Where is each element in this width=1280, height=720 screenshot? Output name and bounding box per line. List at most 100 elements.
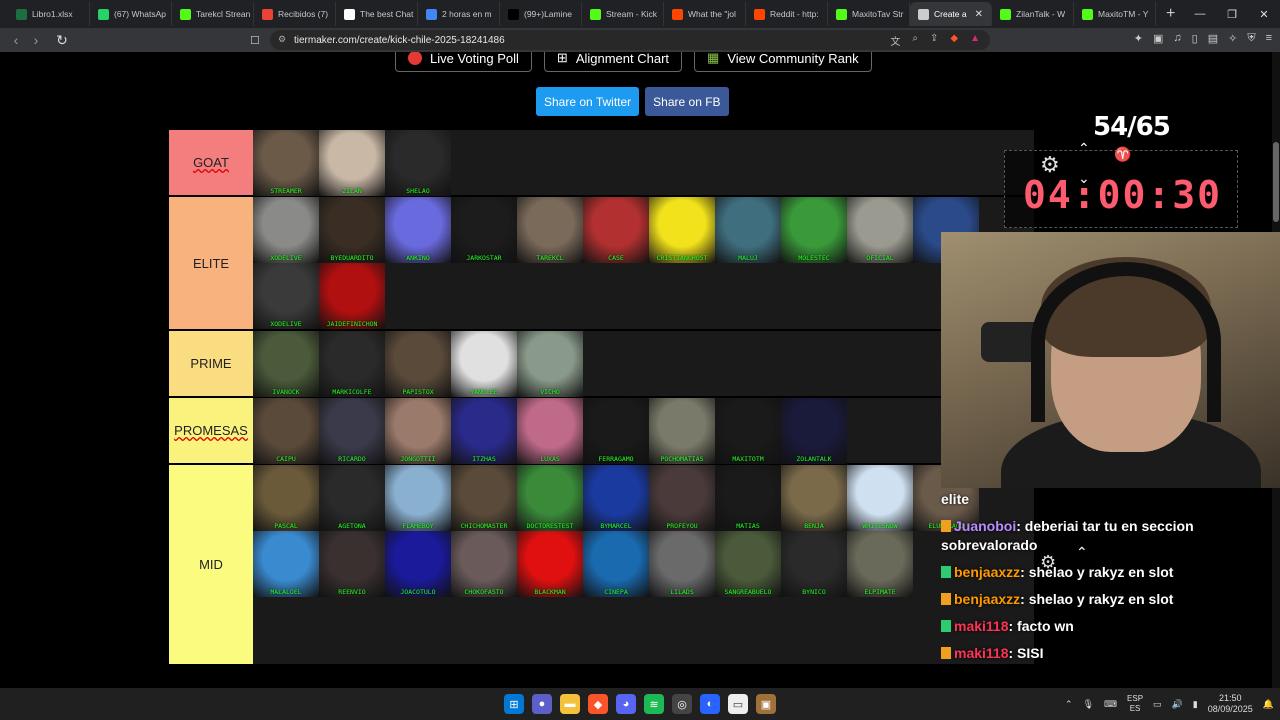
- streamer-card[interactable]: MALUJ: [715, 197, 781, 263]
- brave-rewards-icon[interactable]: ▲: [970, 33, 980, 48]
- streamer-card[interactable]: SANGREABUELO: [715, 531, 781, 597]
- site-info-icon[interactable]: ⚙: [278, 34, 286, 45]
- browser-tab[interactable]: Reddit - http:: [746, 2, 828, 26]
- language-indicator[interactable]: ESP ES: [1127, 694, 1143, 714]
- browser-tab[interactable]: ZilanTalk - W: [992, 2, 1074, 26]
- streamer-card[interactable]: ITZHAS: [451, 398, 517, 464]
- spotify-icon[interactable]: ≋: [644, 694, 664, 714]
- streamer-card[interactable]: MALALOEL: [253, 531, 319, 597]
- browser-tab[interactable]: (99+)Lamine: [500, 2, 582, 26]
- share-icon[interactable]: ⇪: [930, 33, 938, 48]
- chat-username[interactable]: benjaaxzz: [954, 564, 1020, 580]
- streamer-card[interactable]: BYNICO: [781, 531, 847, 597]
- streamer-card[interactable]: POCHOMATIAS: [649, 398, 715, 464]
- streamer-card[interactable]: ZILAN: [319, 130, 385, 196]
- browser-tab[interactable]: The best Chat: [336, 2, 418, 26]
- streamer-card[interactable]: MARKICOLFE: [319, 331, 385, 397]
- close-window-icon[interactable]: ✕: [1248, 8, 1280, 21]
- streamer-card[interactable]: WHITESNOW: [847, 465, 913, 531]
- browser-tab[interactable]: MaxitoTav Str: [828, 2, 910, 26]
- close-tab-icon[interactable]: ✕: [975, 9, 983, 20]
- streamer-card[interactable]: VICHO: [517, 331, 583, 397]
- streamer-card[interactable]: BYEDUARDITO: [319, 197, 385, 263]
- start-icon[interactable]: ⊞: [504, 694, 524, 714]
- streamer-card[interactable]: CHICHOMASTER: [451, 465, 517, 531]
- tier-label[interactable]: ELITE: [169, 197, 253, 329]
- music-icon[interactable]: ♫: [1173, 32, 1181, 45]
- streamer-card[interactable]: MOLESTEC: [781, 197, 847, 263]
- browser-tab[interactable]: What the "jol: [664, 2, 746, 26]
- streamer-card[interactable]: FERRAGAMO: [583, 398, 649, 464]
- extensions-icon[interactable]: ✦: [1134, 32, 1143, 45]
- streamer-card[interactable]: BENJA: [781, 465, 847, 531]
- chat-username[interactable]: benjaaxzz: [954, 591, 1020, 607]
- minimize-icon[interactable]: —: [1184, 8, 1216, 20]
- streamer-card[interactable]: YANGLEE: [451, 331, 517, 397]
- obs-icon[interactable]: ◎: [672, 694, 692, 714]
- notification-icon[interactable]: 🔔: [1263, 699, 1274, 710]
- streamer-card[interactable]: MATIAS: [715, 465, 781, 531]
- browser-tab[interactable]: Stream - Kick: [582, 2, 664, 26]
- streamer-card[interactable]: ANKINO: [385, 197, 451, 263]
- alignment-chart-button[interactable]: ⊞ Alignment Chart: [543, 52, 683, 72]
- sidebar-icon[interactable]: ▯: [1192, 32, 1198, 45]
- new-tab-icon[interactable]: +: [1166, 5, 1175, 23]
- restore-icon[interactable]: ❐: [1216, 8, 1248, 21]
- streamer-card[interactable]: TAREKCL: [517, 197, 583, 263]
- streamer-card[interactable]: CHOKOFASTO: [451, 531, 517, 597]
- streamer-card[interactable]: BLACKMAN: [517, 531, 583, 597]
- browser-tab[interactable]: Libro1.xlsx: [8, 2, 90, 26]
- brave-icon[interactable]: ◆: [588, 694, 608, 714]
- network-icon[interactable]: ▭: [1153, 699, 1162, 710]
- browser-tab[interactable]: Tarekcl Strean: [172, 2, 254, 26]
- streamer-card[interactable]: OFICIAL: [847, 197, 913, 263]
- folder-icon[interactable]: ▬: [560, 694, 580, 714]
- vpn-icon[interactable]: ⛨: [1247, 32, 1255, 45]
- discord-icon[interactable]: ◕: [616, 694, 636, 714]
- clock[interactable]: 21:50 08/09/2025: [1208, 693, 1253, 715]
- battery-icon[interactable]: ▮: [1193, 699, 1198, 710]
- scrollbar-thumb[interactable]: [1273, 142, 1279, 222]
- streamer-card[interactable]: CASE: [583, 197, 649, 263]
- streamer-card[interactable]: REENVIO: [319, 531, 385, 597]
- reload-icon[interactable]: ↻: [52, 32, 72, 49]
- tray-chevron-icon[interactable]: ⌃: [1065, 699, 1073, 710]
- streamer-card[interactable]: IVANOCK: [253, 331, 319, 397]
- streamer-card[interactable]: CRISTIANGHOST: [649, 197, 715, 263]
- chat-username[interactable]: maki118: [954, 618, 1009, 634]
- streamer-card[interactable]: LILADS: [649, 531, 715, 597]
- streamer-card[interactable]: PROFEYOU: [649, 465, 715, 531]
- forward-icon[interactable]: ›: [26, 32, 46, 48]
- zoom-icon[interactable]: ⌕: [912, 33, 918, 48]
- streamer-card[interactable]: JAIDEFINICHON: [319, 263, 385, 329]
- browser-tab[interactable]: MaxitoTM - Y: [1074, 2, 1156, 26]
- tier-label[interactable]: GOAT: [169, 130, 253, 195]
- box-icon[interactable]: ▣: [756, 694, 776, 714]
- streamer-card[interactable]: XODELIVE: [253, 197, 319, 263]
- chat-username[interactable]: Juanoboi: [954, 518, 1016, 534]
- chat-username[interactable]: maki118: [954, 645, 1009, 661]
- mic-icon[interactable]: 🎙: [1083, 699, 1094, 710]
- browser-tab[interactable]: (67) WhatsAp: [90, 2, 172, 26]
- streamer-card[interactable]: STREAMER: [253, 130, 319, 196]
- streamer-card[interactable]: JARKOSTAR: [451, 197, 517, 263]
- streamer-card[interactable]: AGETONA: [319, 465, 385, 531]
- translate-icon[interactable]: 文: [890, 33, 900, 48]
- brave-shield-icon[interactable]: ◆: [950, 33, 958, 48]
- streamer-card[interactable]: LUXAS: [517, 398, 583, 464]
- wallet-icon[interactable]: ▤: [1208, 32, 1218, 45]
- leo-icon[interactable]: ✧: [1228, 32, 1237, 45]
- share-fb-button[interactable]: Share on FB: [645, 87, 729, 116]
- streamer-card[interactable]: JONGOTTII: [385, 398, 451, 464]
- streamer-card[interactable]: CINEPA: [583, 531, 649, 597]
- streamer-card[interactable]: XODELIVE: [253, 263, 319, 329]
- screenshot-icon[interactable]: ▣: [1153, 32, 1163, 45]
- streamer-card[interactable]: MAXITOTM: [715, 398, 781, 464]
- browser-tab[interactable]: 2 horas en m: [418, 2, 500, 26]
- live-poll-button[interactable]: Live Voting Poll: [395, 52, 532, 72]
- keyboard-icon[interactable]: ⌨: [1104, 699, 1117, 710]
- browser-tab[interactable]: Recibidos (7): [254, 2, 336, 26]
- bookmark-icon[interactable]: ☐: [250, 34, 260, 47]
- browser-tab[interactable]: Create a ✕: [910, 2, 992, 26]
- tier-label[interactable]: PROMESAS: [169, 398, 253, 463]
